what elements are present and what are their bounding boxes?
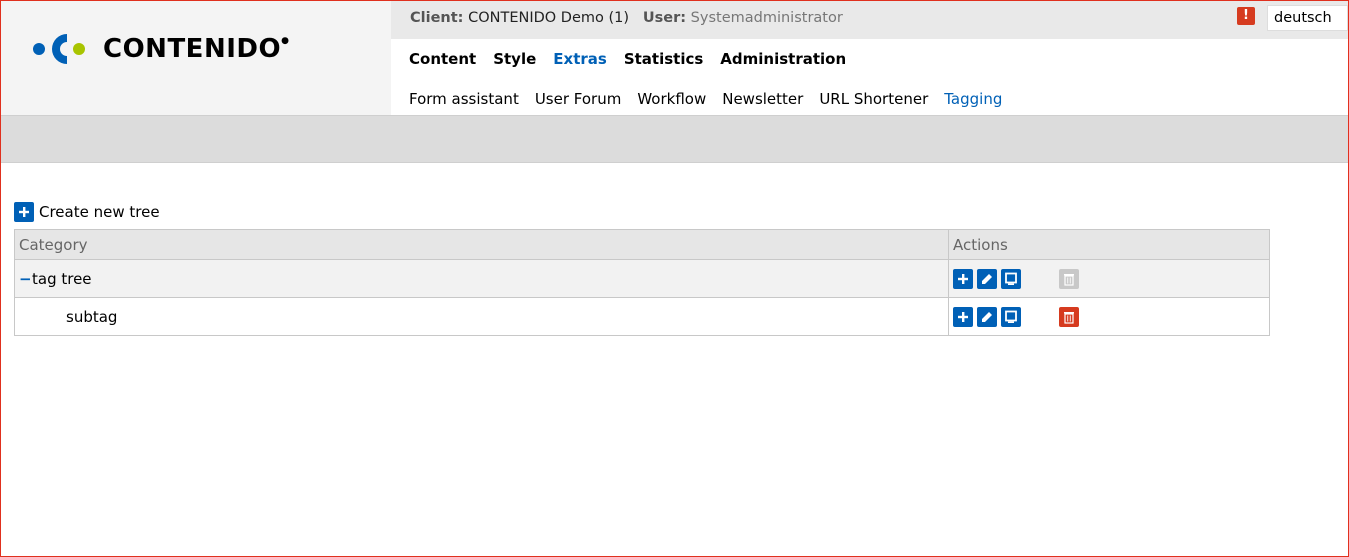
monitor-icon[interactable] [1001,268,1021,289]
user-value: Systemadministrator [690,10,843,26]
client-info: Client: CONTENIDO Demo (1) User: Systema… [410,10,843,26]
sub-nav-form-assistant[interactable]: Form assistant [409,90,519,108]
table-header-row: Category Actions [14,229,1270,260]
trash-icon [1059,268,1079,289]
user-label: User: [642,10,687,26]
category-column-header: Category [14,229,949,260]
main-nav-content[interactable]: Content [409,50,476,68]
client-label: Client: [410,10,464,26]
trash-icon[interactable] [1059,306,1079,327]
main-nav: Content Style Extras Statistics Administ… [409,50,863,68]
main-nav-style[interactable]: Style [493,50,536,68]
create-new-tree-label: Create new tree [39,203,160,221]
monitor-icon[interactable] [1001,306,1021,327]
client-value: CONTENIDO Demo (1) [468,10,630,26]
toolbar-strip [1,115,1348,163]
main-nav-administration[interactable]: Administration [720,50,846,68]
contenido-logo[interactable]: CONTENIDO● [33,29,289,69]
sub-nav-workflow[interactable]: Workflow [637,90,706,108]
category-name[interactable]: subtag [19,308,117,326]
language-select[interactable]: deutsch [1267,5,1348,31]
sub-nav: Form assistant User Forum Workflow Newsl… [409,90,1018,108]
category-cell: subtag [14,297,949,336]
plus-icon[interactable] [953,268,973,289]
plus-icon[interactable] [14,202,34,222]
table-row: subtag [14,297,1270,336]
table-row: −tag tree [14,259,1270,298]
create-new-tree-link[interactable]: Create new tree [14,202,160,222]
contenido-logo-icon [33,34,85,64]
main-nav-statistics[interactable]: Statistics [624,50,703,68]
actions-column-header: Actions [948,229,1270,260]
category-cell: −tag tree [14,259,949,298]
tag-tree-table: Category Actions −tag tree subtag [14,229,1270,336]
plus-icon[interactable] [953,306,973,327]
category-name[interactable]: tag tree [32,270,92,288]
logo-area: CONTENIDO● [1,1,391,115]
sub-nav-user-forum[interactable]: User Forum [535,90,622,108]
pencil-icon[interactable] [977,306,997,327]
main-nav-extras[interactable]: Extras [553,50,607,68]
sub-nav-tagging[interactable]: Tagging [944,90,1002,108]
exclamation-icon[interactable]: ! [1237,7,1255,25]
sub-nav-newsletter[interactable]: Newsletter [722,90,803,108]
pencil-icon[interactable] [977,268,997,289]
actions-cell [948,259,1270,298]
top-bar: Client: CONTENIDO Demo (1) User: Systema… [391,1,1348,39]
logo-text: CONTENIDO [103,34,282,64]
sub-nav-url-shortener[interactable]: URL Shortener [819,90,928,108]
minus-icon[interactable]: − [19,270,32,288]
actions-cell [948,297,1270,336]
